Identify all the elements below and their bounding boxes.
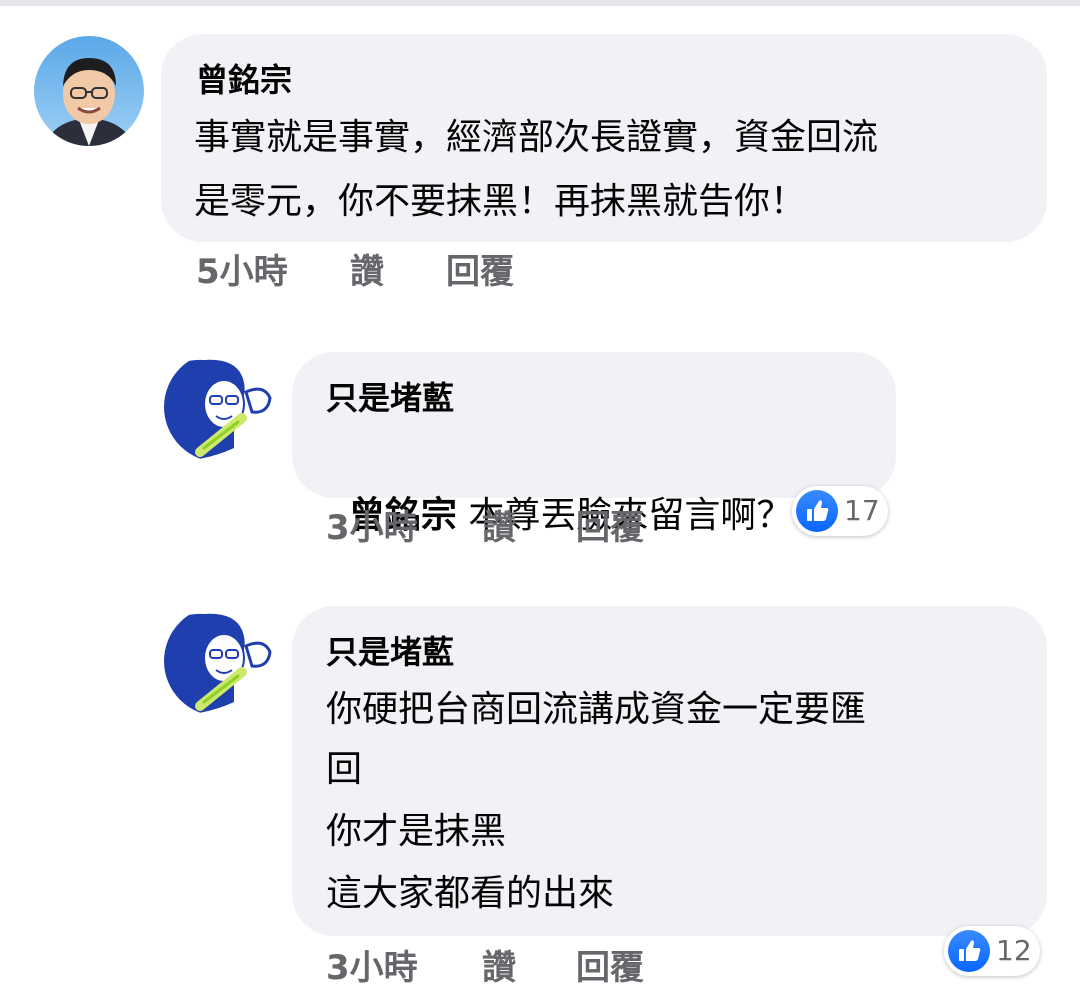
- reaction-count: 17: [844, 494, 880, 527]
- reaction-badge[interactable]: 17: [792, 486, 888, 536]
- top-divider: [0, 0, 1080, 6]
- comment-text-line: 你才是抹黑: [326, 811, 507, 852]
- comment-text-line: 事實就是事實，經濟部次長證實，資金回流: [194, 117, 879, 158]
- comment-text-line: 是零元，你不要抹黑！再抹黑就告你！: [194, 181, 807, 222]
- reply-button[interactable]: 回覆: [576, 508, 644, 548]
- avatar[interactable]: [164, 352, 274, 462]
- comment-text-line: 這大家都看的出來: [326, 873, 615, 914]
- comment-actions: 5小時 讚 回覆: [196, 252, 596, 292]
- like-button[interactable]: 讚: [482, 508, 516, 548]
- like-button[interactable]: 讚: [350, 252, 384, 292]
- comment-time[interactable]: 3小時: [326, 508, 418, 548]
- comment-author[interactable]: 只是堵藍: [326, 632, 454, 672]
- thumbs-up-icon: [948, 930, 990, 972]
- reply-button[interactable]: 回覆: [576, 948, 644, 988]
- comment-actions: 3小時 讚 回覆: [326, 948, 726, 988]
- comment-author[interactable]: 只是堵藍: [326, 378, 454, 418]
- avatar[interactable]: [164, 606, 274, 716]
- reply-button[interactable]: 回覆: [446, 252, 514, 292]
- like-button[interactable]: 讚: [482, 948, 516, 988]
- comment-text-line: 你硬把台商回流講成資金一定要匯: [326, 689, 867, 730]
- thumbs-up-icon: [796, 490, 838, 532]
- comment-time[interactable]: 3小時: [326, 948, 418, 988]
- reaction-badge[interactable]: 12: [944, 926, 1040, 976]
- comment-author[interactable]: 曾銘宗: [196, 60, 292, 100]
- reaction-count: 12: [996, 934, 1032, 967]
- comment-time[interactable]: 5小時: [196, 252, 288, 292]
- comment-actions: 3小時 讚 回覆: [326, 508, 726, 548]
- comment-text-line: 回: [326, 749, 363, 790]
- avatar[interactable]: [34, 36, 144, 146]
